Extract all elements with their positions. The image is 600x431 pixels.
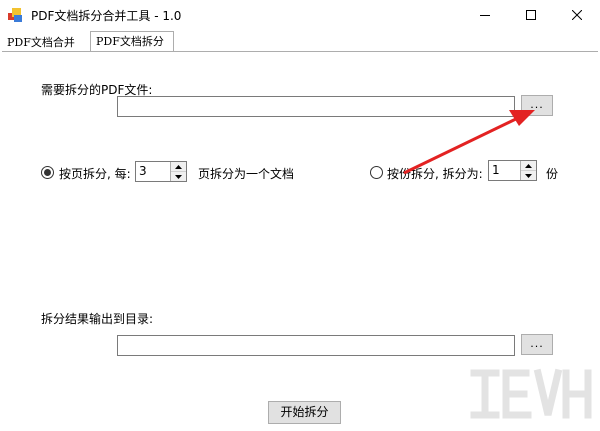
close-icon [572,10,582,20]
split-by-count-radio[interactable] [370,166,383,179]
split-count-value: 1 [492,163,500,177]
spin-up-button[interactable] [521,161,536,171]
app-icon [8,8,22,22]
pages-per-doc-value: 3 [139,164,147,178]
maximize-icon [526,10,536,20]
split-by-page-label: 按页拆分, 每: [59,167,131,181]
source-file-input[interactable] [117,96,515,117]
spin-down-button[interactable] [521,171,536,180]
split-by-page-suffix: 页拆分为一个文档 [198,167,295,181]
minimize-button[interactable] [462,0,508,30]
split-by-page-radio[interactable] [41,166,54,179]
title-bar: PDF文档拆分合并工具 - 1.0 [0,0,600,30]
window-title: PDF文档拆分合并工具 - 1.0 [31,9,182,23]
tab-split[interactable]: PDF文档拆分 [90,31,174,52]
output-dir-label: 拆分结果输出到目录: [41,312,154,326]
split-by-count-suffix: 份 [546,167,559,181]
minimize-icon [480,15,490,16]
watermark-logo [470,368,592,419]
radio-selected-dot [44,169,51,176]
spin-up-icon [525,163,532,168]
start-split-button[interactable]: 开始拆分 [268,401,341,424]
split-count-stepper[interactable]: 1 [488,160,537,181]
pages-per-doc-stepper[interactable]: 3 [135,161,187,182]
spin-down-icon [175,174,182,179]
split-by-count-label: 按份拆分, 拆分为: [387,167,483,181]
close-button[interactable] [554,0,600,30]
spin-down-icon [525,173,532,178]
output-dir-input[interactable] [117,335,515,356]
source-browse-button[interactable]: ... [521,95,553,116]
spin-up-icon [175,164,182,169]
spin-up-button[interactable] [171,162,186,172]
output-browse-button[interactable]: ... [521,334,553,355]
spin-down-button[interactable] [171,172,186,181]
maximize-button[interactable] [508,0,554,30]
